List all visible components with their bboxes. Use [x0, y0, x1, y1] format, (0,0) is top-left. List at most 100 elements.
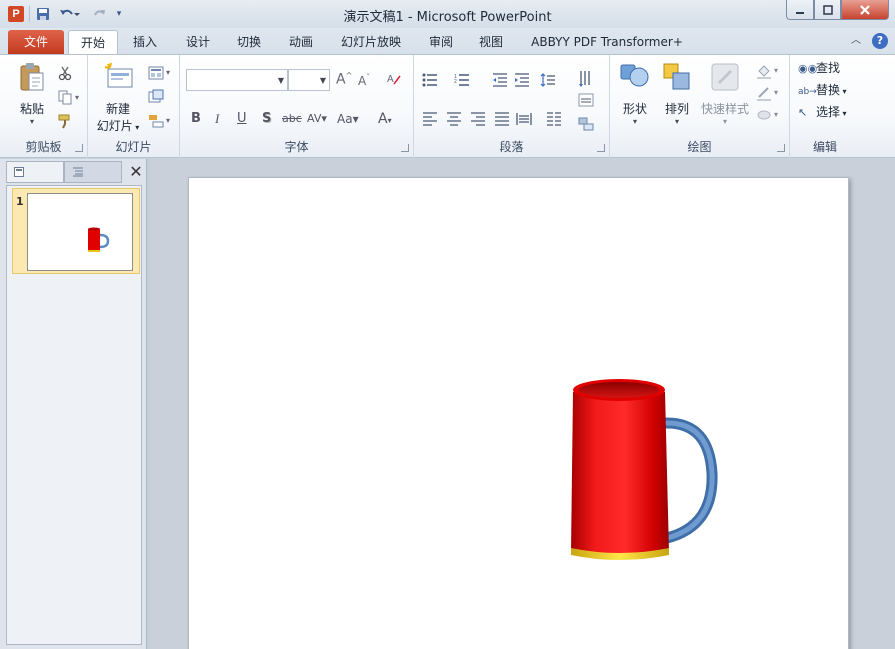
font-name-dropdown-icon[interactable]: ▼	[278, 76, 284, 85]
slide-thumbnail-selected[interactable]: 1	[12, 188, 140, 274]
section-icon[interactable]	[148, 113, 164, 129]
tab-file[interactable]: 文件	[8, 30, 64, 54]
tab-animations[interactable]: 动画	[280, 30, 322, 54]
maximize-button[interactable]	[814, 0, 841, 20]
align-right-icon[interactable]	[470, 112, 486, 126]
font-size-dropdown-icon[interactable]: ▼	[320, 76, 326, 85]
cut-icon[interactable]	[57, 65, 73, 81]
bullets-icon[interactable]	[422, 73, 438, 87]
numbering-icon[interactable]: 12	[454, 73, 470, 87]
slide-thumbnail-list: 1	[6, 185, 142, 645]
drawing-dialog-launcher[interactable]	[777, 144, 785, 152]
slides-tab-icon	[14, 167, 24, 177]
shape-fill-icon[interactable]	[756, 63, 772, 79]
outline-tab-icon	[73, 167, 83, 177]
slide-thumbnail[interactable]	[27, 193, 133, 271]
layout-icon[interactable]	[148, 65, 164, 81]
italic-icon[interactable]: I	[215, 111, 219, 127]
align-text-icon[interactable]	[578, 93, 594, 107]
binoculars-icon: ◉◉	[798, 62, 818, 75]
font-dialog-launcher[interactable]	[401, 144, 409, 152]
paste-icon	[20, 63, 44, 91]
paste-button[interactable]: 粘贴 ▾	[12, 61, 52, 126]
shrink-font-icon[interactable]: Aˇ	[358, 73, 370, 88]
copy-icon[interactable]	[57, 89, 73, 105]
justify-icon[interactable]	[494, 112, 510, 126]
layout-dropdown-icon[interactable]: ▾	[166, 68, 170, 77]
help-icon[interactable]: ?	[872, 33, 888, 49]
text-shadow-icon[interactable]: S	[262, 111, 271, 127]
tab-home[interactable]: 开始	[68, 30, 118, 55]
select-dropdown-icon[interactable]: ▾	[840, 109, 847, 118]
increase-indent-icon[interactable]	[514, 73, 530, 87]
paste-dropdown-icon[interactable]: ▾	[12, 117, 52, 126]
tab-slides-thumbnails[interactable]	[6, 161, 64, 183]
columns-icon[interactable]	[546, 112, 562, 126]
shape-outline-dropdown-icon[interactable]: ▾	[774, 88, 778, 97]
convert-to-smartart-icon[interactable]	[578, 117, 594, 131]
arrange-icon	[663, 63, 690, 90]
drawing-group: 形状 ▾ 排列 ▾ 快速样式 ▾ ▾ ▾ ▾ 绘图	[610, 55, 790, 158]
tab-review[interactable]: 审阅	[420, 30, 462, 54]
font-color-icon[interactable]: A▾	[378, 111, 392, 127]
reset-slide-icon[interactable]	[148, 89, 164, 105]
tab-slideshow[interactable]: 幻灯片放映	[334, 30, 408, 54]
slide-number: 1	[16, 195, 24, 208]
replace-button[interactable]: ab→替换 ▾	[798, 81, 847, 99]
copy-dropdown-icon[interactable]: ▾	[75, 93, 79, 102]
distributed-icon[interactable]	[516, 112, 532, 126]
find-button[interactable]: ◉◉查找	[798, 59, 840, 77]
quick-styles-label: 快速样式	[700, 102, 749, 116]
shape-effects-icon[interactable]	[756, 107, 772, 123]
quick-styles-button[interactable]: 快速样式 ▾	[698, 61, 752, 126]
shapes-dropdown-icon[interactable]: ▾	[616, 117, 654, 126]
paste-label: 粘贴	[19, 102, 44, 116]
ribbon: 粘贴 ▾ ▾ 剪贴板 新建 幻灯片 ▾ ▾ ▾ 幻灯片 ▼ ▼ A^ Aˇ A …	[0, 54, 895, 158]
new-slide-button[interactable]: 新建 幻灯片 ▾	[94, 61, 142, 134]
arrange-button[interactable]: 排列 ▾	[658, 61, 696, 126]
font-group: ▼ ▼ A^ Aˇ A B I U S abc AV▾ Aa▾ A▾ 字体	[180, 55, 414, 158]
find-label: 查找	[816, 61, 841, 75]
replace-dropdown-icon[interactable]: ▾	[840, 87, 847, 96]
clear-formatting-icon[interactable]: A	[386, 71, 402, 87]
tab-abbyy-pdf-transformer[interactable]: ABBYY PDF Transformer+	[528, 30, 686, 54]
clipboard-dialog-launcher[interactable]	[75, 144, 83, 152]
slides-outline-panel: ✕ 1	[0, 159, 147, 649]
shape-effects-dropdown-icon[interactable]: ▾	[774, 110, 778, 119]
text-direction-icon[interactable]	[578, 69, 594, 87]
quick-styles-dropdown-icon[interactable]: ▾	[698, 117, 752, 126]
new-slide-dropdown-icon[interactable]: ▾	[133, 123, 139, 132]
panel-close-icon[interactable]: ✕	[126, 161, 146, 183]
line-spacing-icon[interactable]	[540, 73, 556, 87]
tab-outline[interactable]	[64, 161, 122, 183]
align-center-icon[interactable]	[446, 112, 462, 126]
close-button[interactable]	[841, 0, 889, 20]
align-left-icon[interactable]	[422, 112, 438, 126]
font-group-label: 字体	[284, 140, 309, 154]
font-name-combo[interactable]: ▼	[186, 69, 288, 91]
tab-insert[interactable]: 插入	[124, 30, 166, 54]
shapes-button[interactable]: 形状 ▾	[616, 61, 654, 126]
minimize-button[interactable]	[786, 0, 814, 20]
tab-design[interactable]: 设计	[177, 30, 219, 54]
underline-icon[interactable]: U	[237, 111, 247, 127]
font-size-combo[interactable]: ▼	[288, 69, 330, 91]
decrease-indent-icon[interactable]	[492, 73, 508, 87]
grow-font-icon[interactable]: A^	[336, 71, 352, 88]
strikethrough-icon[interactable]: abc	[282, 111, 302, 127]
shape-fill-dropdown-icon[interactable]: ▾	[774, 66, 778, 75]
select-button[interactable]: ↖ 选择 ▾	[798, 103, 847, 121]
tab-transitions[interactable]: 切换	[228, 30, 270, 54]
tab-view[interactable]: 视图	[470, 30, 512, 54]
shape-outline-icon[interactable]	[756, 85, 772, 101]
paragraph-dialog-launcher[interactable]	[597, 144, 605, 152]
section-dropdown-icon[interactable]: ▾	[166, 116, 170, 125]
bold-icon[interactable]: B	[191, 111, 201, 127]
character-spacing-icon[interactable]: AV▾	[307, 111, 327, 127]
arrange-dropdown-icon[interactable]: ▾	[658, 117, 696, 126]
mug-3d-shape[interactable]	[569, 378, 719, 568]
format-painter-icon[interactable]	[57, 113, 73, 129]
slide-canvas[interactable]	[188, 177, 849, 649]
minimize-ribbon-icon[interactable]: ︿	[849, 33, 863, 49]
change-case-icon[interactable]: Aa▾	[337, 111, 359, 127]
